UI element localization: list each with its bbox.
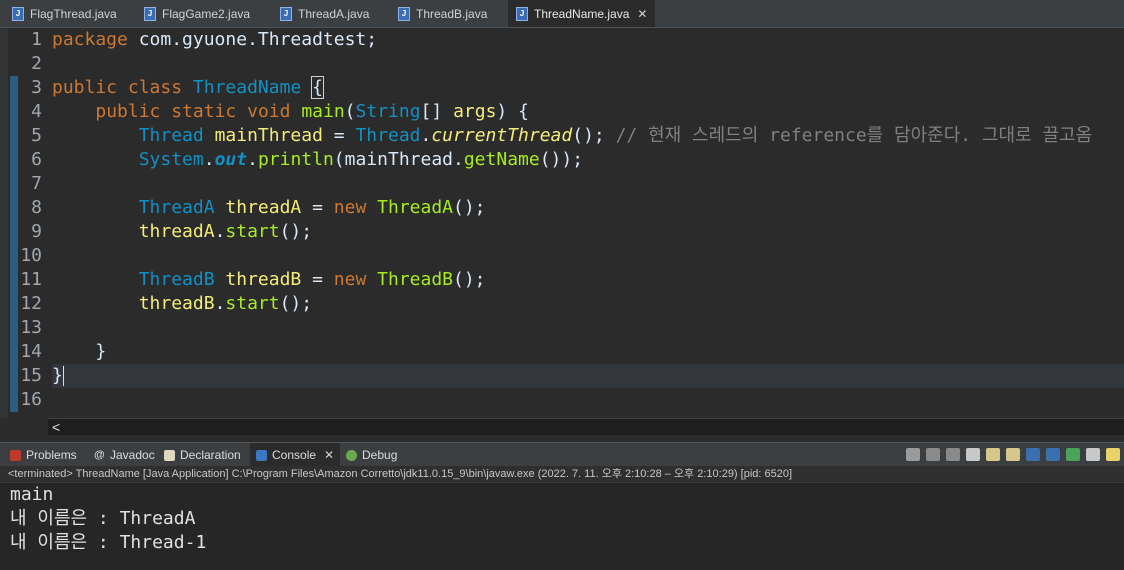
code-line-15: } <box>52 365 64 386</box>
java-file-icon: J <box>398 6 410 21</box>
code-line-4: public static void main(String[] args) { <box>95 101 529 122</box>
line-number: 5 <box>31 125 42 146</box>
tab-threada[interactable]: J ThreadA.java <box>280 0 369 27</box>
console-line: 내 이름은 : Thread-1 <box>10 532 207 553</box>
tab-flagthread[interactable]: J FlagThread.java <box>12 0 117 27</box>
code-line-12: threadB.start(); <box>138 293 313 314</box>
console-line: main <box>10 484 54 505</box>
declaration-icon <box>164 449 175 461</box>
tab-label: FlagThread.java <box>30 6 117 21</box>
show-stderr-icon[interactable] <box>1046 447 1060 461</box>
line-number: 6 <box>31 149 42 170</box>
console-icon <box>256 449 267 461</box>
code-line-6: System.out.println(mainThread.getName())… <box>138 149 584 170</box>
tab-label: ThreadName.java <box>534 6 630 21</box>
debug-icon <box>346 449 357 461</box>
code-line-8: ThreadA threadA = new ThreadA(); <box>138 197 486 218</box>
line-number: 16 <box>20 389 42 410</box>
tab-debug[interactable]: Debug <box>346 443 397 467</box>
line-number: 11 <box>20 269 42 290</box>
code-comment: // 현재 스레드의 reference를 담아준다. 그대로 끌고옴 <box>604 125 1093 146</box>
line-number-gutter: 1 2 3 4 5 6 7 8 9 10 11 12 13 14 15 16 <box>8 28 48 418</box>
java-file-icon: J <box>12 6 24 21</box>
code-line-14: } <box>95 341 107 362</box>
line-number: 15 <box>20 365 42 386</box>
tab-console[interactable]: Console ✕ <box>250 443 341 467</box>
show-stdout-icon[interactable] <box>1026 447 1040 461</box>
code-line-3: public class ThreadName { <box>52 76 324 99</box>
close-icon[interactable]: ✕ <box>324 448 334 462</box>
tab-threadname[interactable]: J ThreadName.java ✕ <box>508 0 656 27</box>
console-line: 내 이름은 : ThreadA <box>10 508 196 529</box>
line-number: 2 <box>31 53 42 74</box>
line-number: 7 <box>31 173 42 194</box>
tab-declaration[interactable]: Declaration <box>164 443 241 467</box>
code-line-11: ThreadB threadB = new ThreadB(); <box>138 269 486 290</box>
code-line-9: threadA.start(); <box>138 221 313 242</box>
tab-problems[interactable]: Problems <box>10 443 77 467</box>
tab-threadb[interactable]: J ThreadB.java <box>398 0 487 27</box>
editor-tab-bar: J FlagThread.java J FlagGame2.java J Thr… <box>0 0 1124 28</box>
text-cursor <box>62 366 64 386</box>
problems-icon <box>10 449 21 461</box>
terminate-icon[interactable] <box>906 447 920 461</box>
scroll-left-arrow-icon[interactable]: < <box>52 419 60 435</box>
horizontal-scrollbar[interactable]: < <box>48 418 1124 435</box>
line-number: 4 <box>31 101 42 122</box>
matching-brace: { <box>311 76 324 99</box>
javadoc-icon: @ <box>94 448 105 461</box>
code-line-5: Thread mainThread = Thread.currentThread… <box>138 125 1093 146</box>
word-wrap-icon[interactable] <box>1006 447 1020 461</box>
line-number: 10 <box>20 245 42 266</box>
remove-launch-icon[interactable] <box>926 447 940 461</box>
line-number: 8 <box>31 197 42 218</box>
line-number: 9 <box>31 221 42 242</box>
code-line-1: package com.gyuone.Threadtest; <box>52 29 378 50</box>
java-file-icon: J <box>280 6 292 21</box>
console-toolbar <box>906 445 1120 463</box>
line-number: 12 <box>20 293 42 314</box>
code-text-area[interactable]: package com.gyuone.Threadtest; public cl… <box>52 28 1124 418</box>
tab-flaggame2[interactable]: J FlagGame2.java <box>144 0 250 27</box>
close-icon[interactable]: ✕ <box>637 7 647 21</box>
tab-label: ThreadB.java <box>416 6 488 21</box>
overview-ruler <box>0 28 18 418</box>
line-number: 3 <box>31 77 42 98</box>
console-status-line: <terminated> ThreadName [Java Applicatio… <box>0 466 1124 482</box>
java-file-icon: J <box>516 6 528 21</box>
current-line-highlight <box>52 364 1124 388</box>
tab-javadoc[interactable]: @ Javadoc <box>94 443 155 467</box>
tab-label: ThreadA.java <box>298 6 370 21</box>
tab-label: FlagGame2.java <box>162 6 251 21</box>
line-number: 14 <box>20 341 42 362</box>
open-console-icon[interactable] <box>1106 447 1120 461</box>
line-number: 13 <box>20 317 42 338</box>
pin-console-icon[interactable] <box>1066 447 1080 461</box>
console-output[interactable]: main 내 이름은 : ThreadA 내 이름은 : Thread-1 <box>0 482 1124 570</box>
remove-all-icon[interactable] <box>946 447 960 461</box>
display-console-icon[interactable] <box>1086 447 1100 461</box>
java-file-icon: J <box>144 6 156 21</box>
line-number: 1 <box>31 29 42 50</box>
clear-console-icon[interactable] <box>966 447 980 461</box>
scroll-lock-icon[interactable] <box>986 447 1000 461</box>
code-editor[interactable]: 1 2 3 4 5 6 7 8 9 10 11 12 13 14 15 16 p… <box>0 28 1124 418</box>
